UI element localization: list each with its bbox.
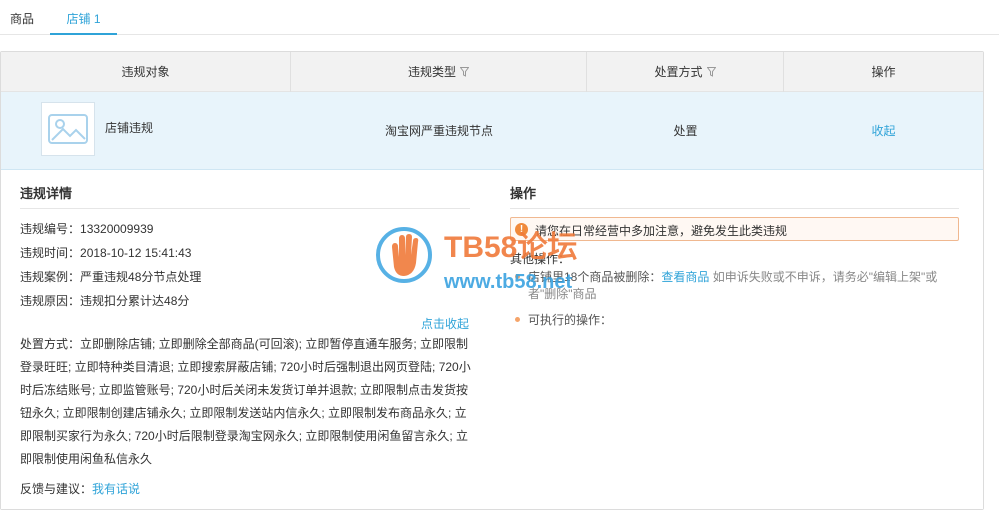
penalty-measures: 处置方式：立即删除店铺; 立即删除全部商品(可回滚); 立即暂停直通车服务; 立… [20,337,471,466]
header-target-label: 违规对象 [121,65,170,79]
header-action: 操作 [784,52,983,92]
feedback-line: 反馈与建议：我有话说 [20,480,140,497]
field-value: 严重违规48分节点处理 [80,270,202,284]
field-value: 2018-10-12 15:41:43 [80,246,192,260]
bullet-icon [515,274,520,279]
violation-detail: 违规详情 违规编号：13320009939 违规时间：2018-10-12 15… [1,170,983,509]
table-row: 店铺违规 淘宝网严重违规节点 处置 收起 [1,92,983,170]
header-type-label: 违规类型 [407,65,456,79]
header-target: 违规对象 [1,52,291,92]
item-text: 店铺里18个商品被删除： [528,270,662,284]
filter-icon[interactable] [460,67,469,77]
violation-target-name: 店铺违规 [105,121,154,135]
violation-panel: 违规对象 违规类型 处置方式 操作 店铺违规 淘宝网严重违规节点 处置 收起 违… [0,51,984,510]
field-label: 违规案例： [20,270,81,284]
tab-bar: 商品 店铺 1 [0,0,999,35]
detail-field-id: 违规编号：13320009939 [20,220,153,237]
image-placeholder-icon [41,102,95,156]
toggle-collapse-link[interactable]: 点击收起 [421,315,469,332]
filter-icon[interactable] [706,67,716,77]
field-value: 13320009939 [80,222,154,236]
field-value: 违规扣分累计达48分 [80,294,190,308]
header-type[interactable]: 违规类型 [291,52,587,92]
header-method-label: 处置方式 [654,65,703,79]
violation-type: 淘宝网严重违规节点 [384,124,493,138]
list-item: 店铺里18个商品被删除：查看商品 如申诉失败或不申诉，请务必"编辑上架"或者"删… [515,269,955,303]
field-label: 违规时间： [20,246,81,260]
field-label: 违规编号： [20,222,81,236]
detail-title: 违规详情 [20,183,470,209]
feedback-label: 反馈与建议： [20,482,93,496]
field-label: 违规原因： [20,294,81,308]
violation-method: 处置 [673,124,698,138]
other-operations-title: 其他操作： [510,252,571,266]
item-text: 可执行的操作： [528,313,613,327]
list-item: 可执行的操作： [515,311,612,328]
header-method[interactable]: 处置方式 [587,52,784,92]
collapse-link[interactable]: 收起 [784,122,983,139]
operation-title: 操作 [510,183,959,209]
feedback-link[interactable]: 我有话说 [92,482,140,496]
warning-text: 请您在日常经营中多加注意，避免发生此类违规 [535,224,788,238]
warning-icon: ! [515,223,528,236]
detail-field-case: 违规案例：严重违规48分节点处理 [20,268,201,285]
header-action-label: 操作 [871,65,896,79]
detail-field-reason: 违规原因：违规扣分累计达48分 [20,292,189,309]
view-products-link[interactable]: 查看商品 [661,270,709,284]
tab-shop[interactable]: 店铺 1 [50,0,117,35]
bullet-icon [515,317,520,322]
warning-notice: ! 请您在日常经营中多加注意，避免发生此类违规 [510,217,959,241]
tab-products[interactable]: 商品 [0,0,44,35]
detail-field-time: 违规时间：2018-10-12 15:41:43 [20,244,191,261]
table-header: 违规对象 违规类型 处置方式 操作 [1,52,983,92]
